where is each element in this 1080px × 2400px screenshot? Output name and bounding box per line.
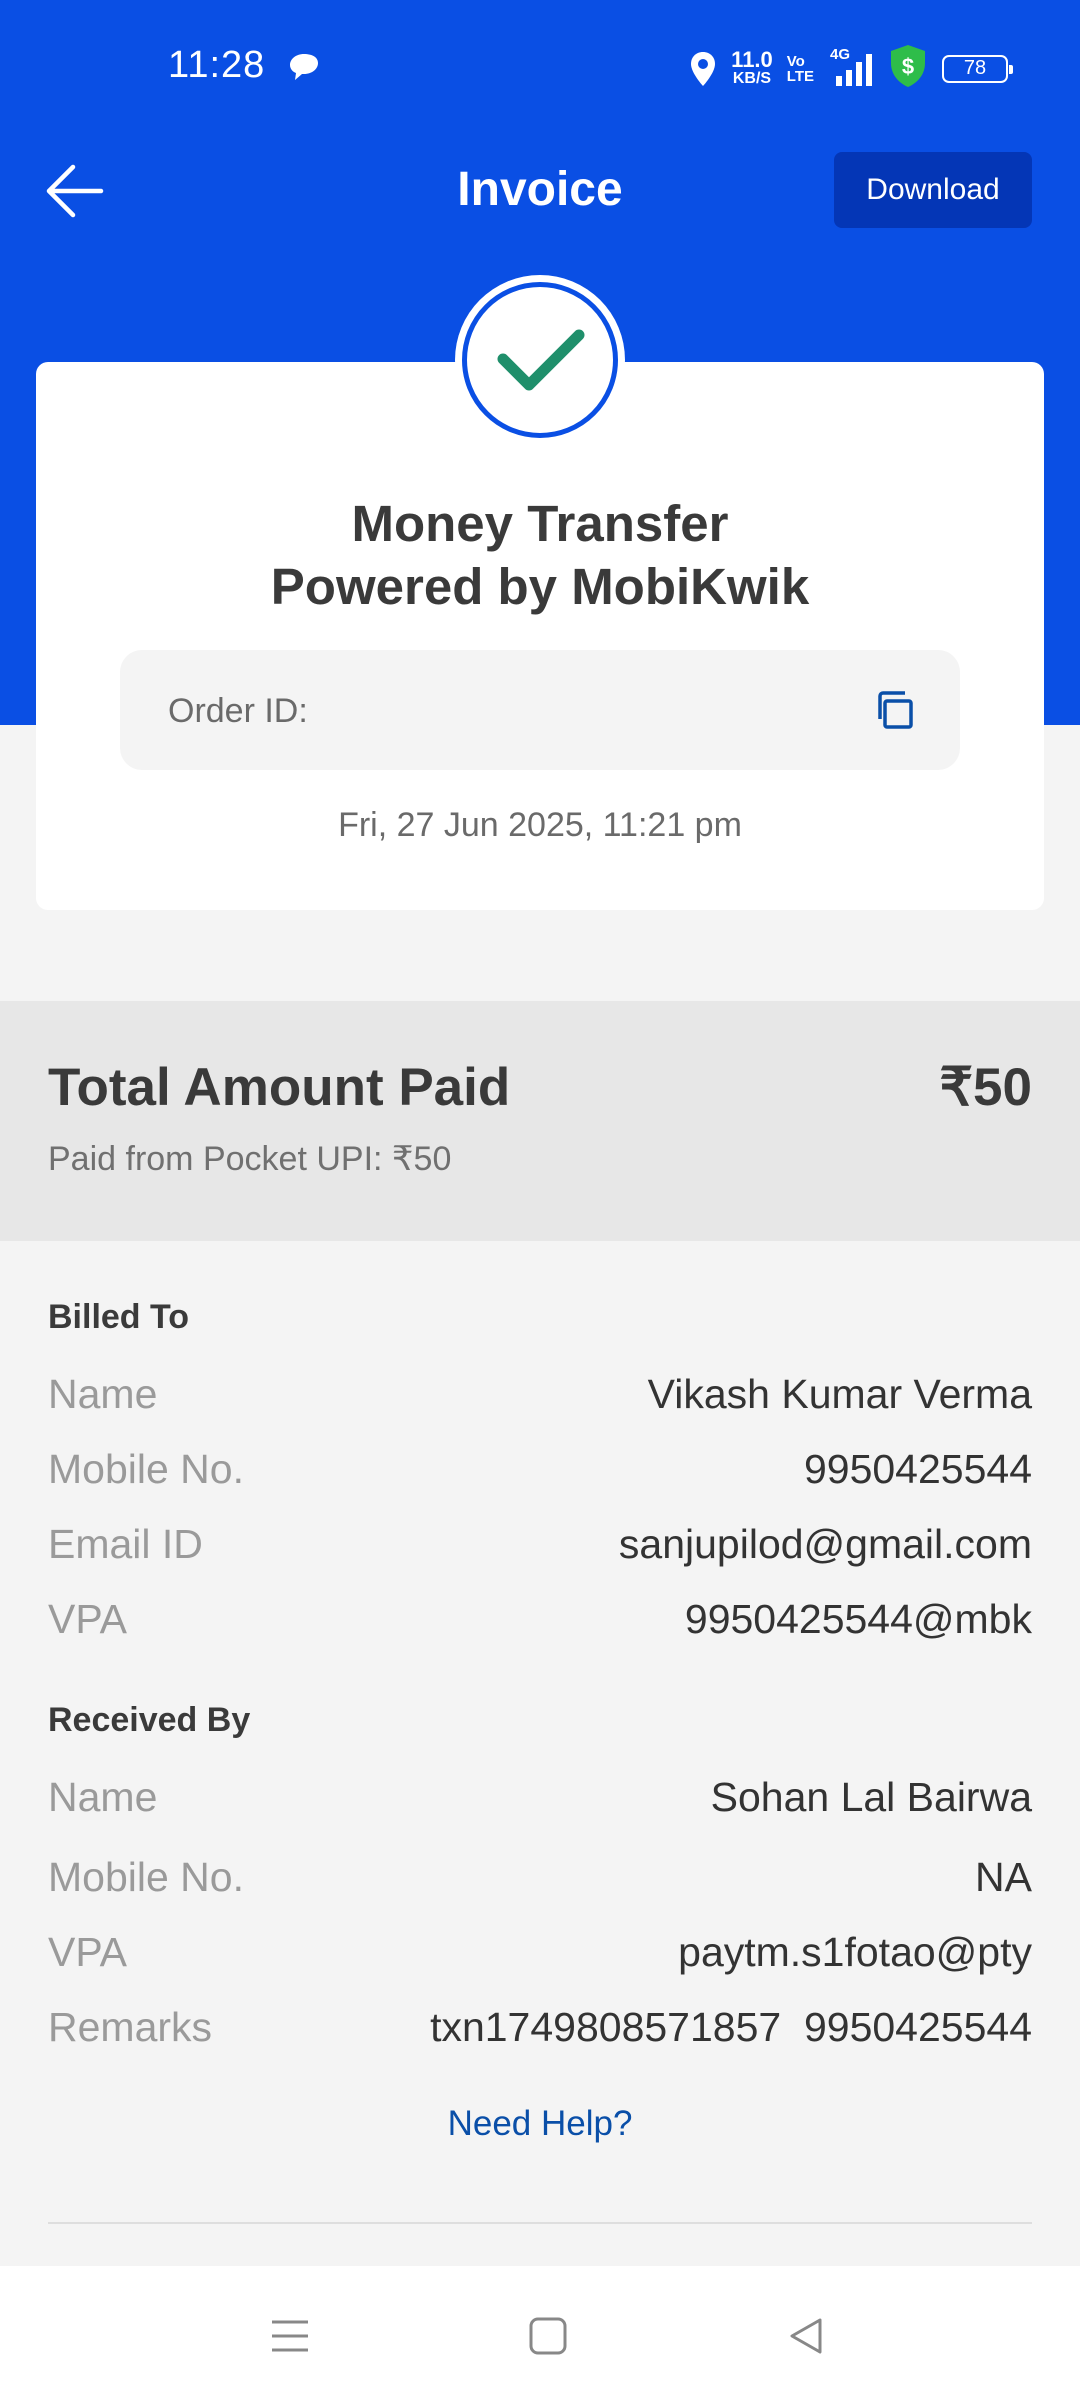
back-nav-button[interactable]	[776, 2306, 836, 2366]
need-help-link[interactable]: Need Help?	[0, 2104, 1080, 2144]
card-title: Money Transfer Powered by MobiKwik	[270, 495, 810, 615]
received-name-row: Name Sohan Lal Bairwa	[48, 1773, 1032, 1820]
payment-source: Paid from Pocket UPI: ₹50	[48, 1140, 452, 1178]
app-header: Invoice Download	[0, 140, 1080, 240]
billed-email-row: Email ID sanjupilod@gmail.com	[48, 1520, 1032, 1567]
total-label: Total Amount Paid	[48, 1058, 511, 1117]
battery-icon: 78	[942, 54, 1013, 83]
received-mobile-row: Mobile No. NA	[48, 1853, 1032, 1900]
menu-nav-button[interactable]	[260, 2306, 320, 2366]
status-bar: 11:28 11.0 KB/S Vo LTE 4G $ 78	[0, 0, 1080, 135]
menu-icon	[272, 2320, 308, 2352]
network-speed: 11.0 KB/S	[731, 47, 773, 88]
transaction-date: Fri, 27 Jun 2025, 11:21 pm	[338, 806, 742, 844]
order-id-box: Order ID:	[120, 650, 960, 770]
order-id-label: Order ID:	[168, 692, 308, 730]
billed-to-heading: Billed To	[48, 1298, 190, 1336]
home-square-icon	[529, 2317, 567, 2355]
success-badge	[455, 275, 625, 445]
svg-text:$: $	[902, 54, 914, 79]
billed-vpa-row: VPA 9950425544@mbk	[48, 1595, 1032, 1642]
billed-mobile-row: Mobile No. 9950425544	[48, 1445, 1032, 1492]
total-amount: ₹50	[939, 1058, 1032, 1117]
billed-name-row: Name Vikash Kumar Verma	[48, 1370, 1032, 1417]
signal-icon: 4G	[828, 46, 874, 86]
system-nav-bar	[0, 2266, 1080, 2400]
copy-icon[interactable]	[872, 688, 916, 737]
home-nav-button[interactable]	[518, 2306, 578, 2366]
received-vpa-row: VPA paytm.s1fotao@pty	[48, 1928, 1032, 1975]
status-time: 11:28	[168, 44, 266, 86]
shield-dollar-icon: $	[888, 44, 928, 93]
chat-icon	[288, 52, 320, 87]
total-amount-section: Total Amount Paid ₹50 Paid from Pocket U…	[0, 1001, 1080, 1241]
received-remarks-row: Remarks txn1749808571857 9950425544	[48, 2003, 1032, 2050]
back-triangle-icon	[790, 2318, 822, 2354]
divider	[48, 2222, 1032, 2224]
received-by-heading: Received By	[48, 1701, 251, 1739]
checkmark-icon	[497, 329, 585, 391]
download-button[interactable]: Download	[834, 152, 1032, 228]
location-icon	[689, 51, 717, 87]
volte-indicator: Vo LTE	[786, 52, 814, 85]
